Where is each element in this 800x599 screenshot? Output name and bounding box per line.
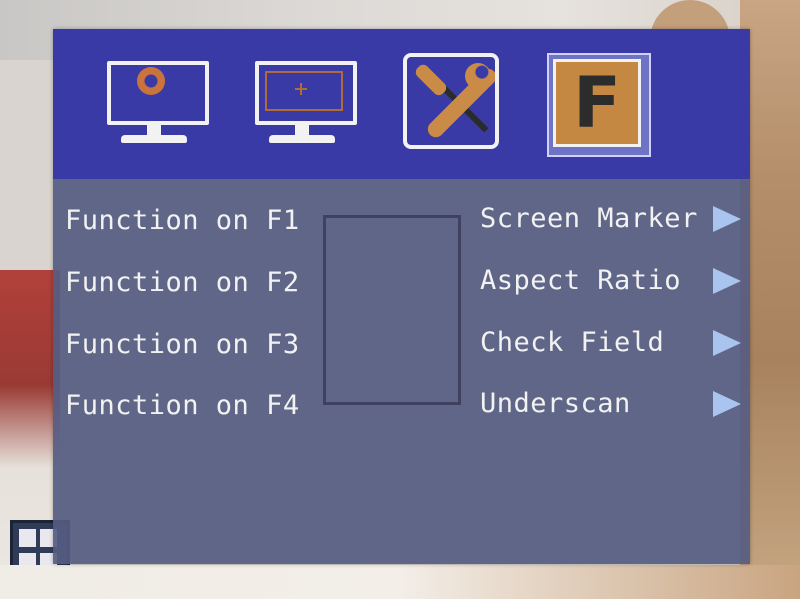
tab-tools[interactable] (401, 53, 505, 157)
row-label-f4: Function on F4 (65, 390, 300, 421)
tab-function-keys[interactable]: F (547, 53, 651, 157)
value-f3[interactable]: Check Field (480, 327, 664, 358)
f-key-icon: F (553, 59, 641, 147)
osd-menu: F Function on F1 Screen Marker Function … (53, 29, 750, 564)
value-f2[interactable]: Aspect Ratio (480, 265, 681, 296)
arrow-right-icon[interactable] (713, 330, 741, 356)
row-label-f3: Function on F3 (65, 329, 300, 360)
osd-tab-bar: F (53, 29, 750, 179)
arrow-right-icon[interactable] (713, 268, 741, 294)
preview-frame (323, 215, 461, 405)
value-f1[interactable]: Screen Marker (480, 203, 698, 234)
arrow-right-icon[interactable] (713, 391, 741, 417)
value-f4[interactable]: Underscan (480, 388, 631, 419)
arrow-right-icon[interactable] (713, 206, 741, 232)
row-label-f1: Function on F1 (65, 205, 300, 236)
wrench-screwdriver-icon (403, 53, 499, 149)
tab-picture-settings[interactable] (103, 53, 209, 157)
tab-display-settings[interactable] (251, 53, 357, 157)
row-label-f2: Function on F2 (65, 267, 300, 298)
